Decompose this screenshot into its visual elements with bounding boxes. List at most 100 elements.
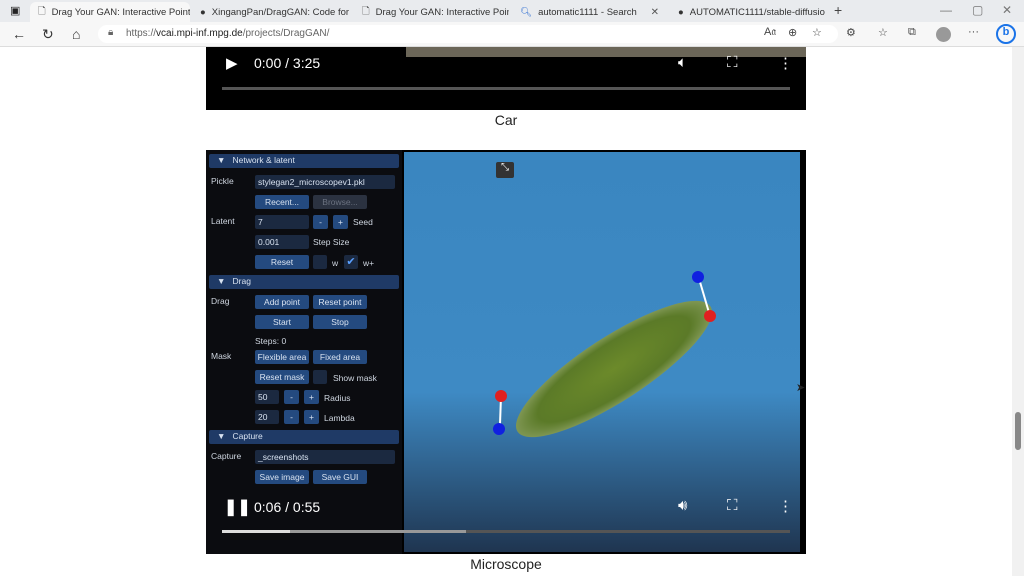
scrollbar-thumb[interactable]	[1015, 412, 1021, 450]
fullscreen-icon[interactable]: ⛶	[727, 54, 738, 71]
tab-draggan-1[interactable]: 🗋Drag Your GAN: Interactive Point✕	[30, 2, 190, 22]
tab-actions-icon[interactable]: ▣	[10, 4, 20, 17]
recent-button[interactable]: Recent...	[255, 195, 309, 209]
tab-title: Drag Your GAN: Interactive Point	[51, 6, 190, 18]
step-size-label: Step Size	[313, 237, 350, 247]
tab-github-draggan[interactable]: ●XingangPan/DragGAN: Code for✕	[192, 2, 352, 22]
browse-button[interactable]: Browse...	[313, 195, 367, 209]
radius-input[interactable]: 50	[255, 390, 279, 404]
stop-button[interactable]: Stop	[313, 315, 367, 329]
seed-decrement-button[interactable]: -	[313, 215, 328, 229]
github-icon: ●	[678, 6, 684, 18]
reset-mask-button[interactable]: Reset mask	[255, 370, 309, 384]
github-icon: ●	[200, 6, 206, 18]
generated-image-canvas[interactable]: ⤡	[404, 152, 800, 552]
url-path: /projects/DragGAN/	[242, 28, 330, 39]
back-icon[interactable]: ←	[12, 26, 26, 42]
profile-avatar[interactable]	[936, 27, 951, 42]
refresh-icon[interactable]: ↻	[42, 26, 54, 43]
wplus-checkbox[interactable]: ✔	[344, 255, 358, 269]
play-icon[interactable]: ▶	[226, 54, 238, 72]
save-image-button[interactable]: Save image	[255, 470, 309, 484]
w-checkbox[interactable]	[313, 255, 327, 269]
bing-icon[interactable]: b	[996, 24, 1016, 44]
page-icon: 🗋	[362, 6, 370, 17]
lambda-label: Lambda	[324, 413, 355, 423]
steps-counter: Steps: 0	[255, 336, 287, 346]
tab-search[interactable]: 🔍︎ automatic1111 - Search ✕	[512, 2, 667, 22]
collections-icon[interactable]: ⧉	[908, 26, 916, 39]
minimize-button[interactable]: —	[940, 3, 952, 17]
fixed-area-button[interactable]: Fixed area	[313, 350, 367, 364]
pause-icon[interactable]: ❚❚	[224, 497, 251, 517]
close-icon[interactable]: ✕	[651, 7, 659, 18]
wplus-label: w+	[363, 258, 375, 268]
tab-title: XingangPan/DragGAN: Code for	[211, 6, 350, 18]
save-gui-button[interactable]: Save GUI	[313, 470, 367, 484]
drag-arrows	[499, 281, 711, 425]
video-caption-microscope: Microscope	[470, 556, 542, 572]
video-caption-car: Car	[494, 112, 518, 128]
fullscreen-icon[interactable]: ⛶	[727, 497, 738, 514]
capture-path-input[interactable]: _screenshots	[255, 450, 395, 464]
target-point-bottom[interactable]	[493, 423, 505, 435]
tab-title: Drag Your GAN: Interactive Point	[375, 6, 509, 18]
lambda-input[interactable]: 20	[255, 410, 279, 424]
video-progress-bar[interactable]	[222, 530, 790, 533]
mask-label: Mask	[211, 351, 232, 361]
address-bar[interactable]: 🔒︎ https://vcai.mpi-inf.mpg.de/projects/…	[98, 25, 838, 43]
extensions-icon[interactable]: ⚙	[846, 26, 856, 39]
seed-input[interactable]: 7	[255, 215, 309, 229]
more-options-icon[interactable]: ⋮	[778, 497, 793, 515]
more-options-icon[interactable]: ⋮	[778, 54, 793, 72]
page-icon: 🗋	[38, 6, 46, 17]
flexible-area-button[interactable]: Flexible area	[255, 350, 309, 364]
new-tab-button[interactable]: +	[834, 2, 842, 18]
tab-title: AUTOMATIC1111/stable-diffusio	[689, 6, 825, 18]
w-label: w	[332, 258, 339, 268]
more-menu-icon[interactable]: ···	[968, 26, 979, 38]
target-point-top[interactable]	[692, 271, 704, 283]
favorites-icon[interactable]: ☆	[878, 26, 888, 39]
close-window-button[interactable]: ✕	[1002, 3, 1012, 17]
lambda-increment-button[interactable]: +	[304, 410, 319, 424]
section-title: Drag	[232, 276, 251, 286]
reset-point-button[interactable]: Reset point	[313, 295, 367, 309]
volume-icon[interactable]: 🔈︎	[678, 54, 687, 71]
mouse-cursor: ➤	[796, 382, 806, 394]
capture-label: Capture	[211, 451, 242, 461]
read-aloud-icon[interactable]: A𝔞	[764, 26, 776, 39]
draggan-gui-panel: ▼ Network & latent Pickle stylegan2_micr…	[206, 150, 402, 554]
radius-decrement-button[interactable]: -	[284, 390, 299, 404]
video-player-car[interactable]: ▶ 0:00 / 3:25 🔈︎ ⛶ ⋮	[206, 47, 806, 110]
add-point-button[interactable]: Add point	[255, 295, 309, 309]
video-frame	[406, 47, 806, 57]
favorite-add-icon[interactable]: ☆	[812, 26, 822, 39]
video-progress-bar[interactable]	[222, 87, 790, 90]
tab-draggan-2[interactable]: 🗋Drag Your GAN: Interactive Point✕	[354, 2, 509, 22]
video-time: 0:00 / 3:25	[254, 55, 321, 71]
handle-point-top[interactable]	[704, 310, 716, 322]
pickle-input[interactable]: stylegan2_microscopev1.pkl	[255, 175, 395, 189]
reset-latent-button[interactable]: Reset	[255, 255, 309, 269]
show-mask-checkbox[interactable]	[313, 370, 327, 384]
restore-button[interactable]: ▢	[972, 3, 983, 17]
latent-label: Latent	[211, 216, 235, 226]
tab-bar: ▣ 🗋 Drag Your GAN: Interactive Point ✕ ● Xi…	[0, 0, 1024, 22]
url-prefix: https://	[126, 28, 157, 39]
home-icon[interactable]: ⌂	[72, 26, 80, 42]
video-time: 0:06 / 0:55	[254, 499, 321, 515]
lambda-decrement-button[interactable]: -	[284, 410, 299, 424]
section-title: Capture	[232, 431, 263, 441]
zoom-icon[interactable]: ⊕	[788, 26, 797, 39]
pickle-label: Pickle	[211, 176, 234, 186]
handle-point-bottom[interactable]	[495, 390, 507, 402]
step-size-input[interactable]: 0.001	[255, 235, 309, 249]
start-button[interactable]: Start	[255, 315, 309, 329]
capture-section-header: ▼ Capture	[209, 430, 399, 444]
volume-icon[interactable]: 🔊︎	[678, 497, 687, 514]
tab-github-a1111[interactable]: ●AUTOMATIC1111/stable-diffusio✕	[670, 2, 830, 22]
seed-increment-button[interactable]: +	[333, 215, 348, 229]
page-scrollbar[interactable]	[1012, 47, 1024, 576]
radius-increment-button[interactable]: +	[304, 390, 319, 404]
